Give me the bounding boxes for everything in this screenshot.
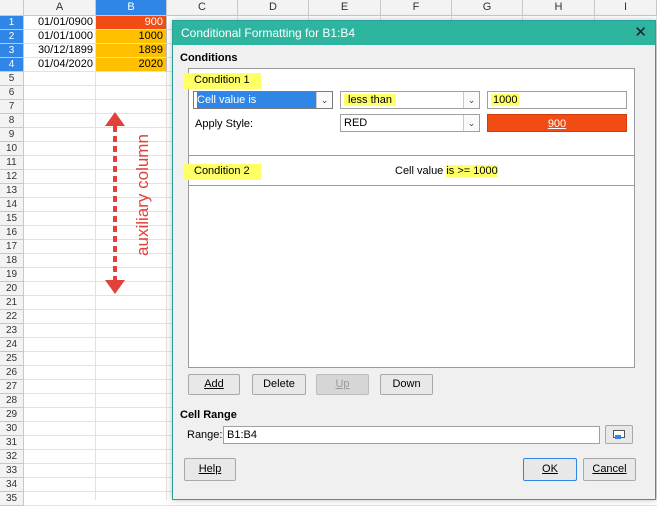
conditions-label: Conditions <box>180 52 238 64</box>
annotation-text: auxiliary column <box>133 134 152 256</box>
row-header[interactable]: 7 <box>0 100 24 114</box>
column-header-e[interactable]: E <box>309 0 381 16</box>
row-header[interactable]: 12 <box>0 170 24 184</box>
range-label: Range: <box>187 429 223 441</box>
condition-2[interactable]: Condition 2 Cell value is >= 1000 <box>183 156 634 186</box>
row-header[interactable]: 30 <box>0 422 24 436</box>
annotation: auxiliary column <box>105 112 158 294</box>
cell-b1[interactable]: 900 <box>96 16 167 30</box>
column-header-c[interactable]: C <box>167 0 238 16</box>
conditional-formatting-dialog: Conditional Formatting for B1:B4 ✕ Condi… <box>172 20 656 500</box>
apply-style-label: Apply Style: <box>195 118 254 130</box>
chevron-down-icon[interactable]: ⌄ <box>463 115 479 131</box>
condition-value-text: 1000 <box>491 94 520 106</box>
row-header[interactable]: 6 <box>0 86 24 100</box>
double-arrow-icon <box>105 112 125 294</box>
cell-a2[interactable]: 01/01/1000 <box>24 30 96 44</box>
row-header[interactable]: 31 <box>0 436 24 450</box>
cell-a4[interactable]: 01/04/2020 <box>24 58 96 72</box>
dialog-titlebar[interactable]: Conditional Formatting for B1:B4 ✕ <box>173 21 655 45</box>
row-header[interactable]: 26 <box>0 366 24 380</box>
row-header[interactable]: 16 <box>0 226 24 240</box>
row-header[interactable]: 27 <box>0 380 24 394</box>
row-header[interactable]: 22 <box>0 310 24 324</box>
cell-a1[interactable]: 01/01/0900 <box>24 16 96 30</box>
condition-value-input[interactable]: 1000 <box>487 91 627 109</box>
row-header[interactable]: 17 <box>0 240 24 254</box>
row-header[interactable]: 8 <box>0 114 24 128</box>
down-button[interactable]: Down <box>380 374 433 395</box>
row-header[interactable]: 20 <box>0 282 24 296</box>
chevron-down-icon[interactable]: ⌄ <box>316 92 332 108</box>
add-button[interactable]: Add <box>188 374 240 395</box>
condition-2-label: Condition 2 <box>183 164 261 180</box>
row-header[interactable]: 3 <box>0 44 24 58</box>
conditions-list: Condition 1 Cell value is ⌄ less than ⌄ … <box>183 68 635 368</box>
row-header[interactable]: 5 <box>0 72 24 86</box>
condition-1[interactable]: Condition 1 Cell value is ⌄ less than ⌄ … <box>183 69 634 156</box>
column-header-g[interactable]: G <box>452 0 523 16</box>
grid-line <box>166 16 167 500</box>
shrink-range-button[interactable] <box>605 425 633 444</box>
row-header[interactable]: 10 <box>0 142 24 156</box>
row-header[interactable]: 21 <box>0 296 24 310</box>
row-header[interactable]: 29 <box>0 408 24 422</box>
column-header-a[interactable]: A <box>24 0 96 16</box>
cell-b2[interactable]: 1000 <box>96 30 167 44</box>
delete-button[interactable]: Delete <box>252 374 306 395</box>
row-header[interactable]: 4 <box>0 58 24 72</box>
row-header[interactable]: 32 <box>0 450 24 464</box>
cell-b4[interactable]: 2020 <box>96 58 167 72</box>
column-header-i[interactable]: I <box>595 0 657 16</box>
column-header-h[interactable]: H <box>523 0 595 16</box>
row-header[interactable]: 1 <box>0 16 24 30</box>
style-preview-text: 900 <box>547 118 567 130</box>
column-header-d[interactable]: D <box>238 0 309 16</box>
cell-a3[interactable]: 30/12/1899 <box>24 44 96 58</box>
ok-button[interactable]: OK <box>523 458 577 481</box>
row-header[interactable]: 13 <box>0 184 24 198</box>
grid-line <box>95 16 96 500</box>
condition-2-summary: Cell value is >= 1000 <box>395 165 498 177</box>
row-header[interactable]: 14 <box>0 198 24 212</box>
row-header[interactable]: 35 <box>0 492 24 506</box>
row-header[interactable]: 15 <box>0 212 24 226</box>
cancel-button[interactable]: Cancel <box>583 458 636 481</box>
row-header[interactable]: 34 <box>0 478 24 492</box>
shrink-icon <box>613 430 625 439</box>
condition-type-select[interactable]: Cell value is ⌄ <box>193 91 333 109</box>
column-header-f[interactable]: F <box>381 0 452 16</box>
row-header[interactable]: 18 <box>0 254 24 268</box>
style-value: RED <box>344 117 368 129</box>
row-header[interactable]: 25 <box>0 352 24 366</box>
row-header[interactable]: 19 <box>0 268 24 282</box>
row-header[interactable]: 23 <box>0 324 24 338</box>
row-header[interactable]: 33 <box>0 464 24 478</box>
up-button[interactable]: Up <box>316 374 369 395</box>
style-select[interactable]: RED ⌄ <box>340 114 480 132</box>
chevron-down-icon[interactable]: ⌄ <box>463 92 479 108</box>
condition-type-value: Cell value is <box>197 92 319 108</box>
style-preview: 900 <box>487 114 627 132</box>
row-header[interactable]: 9 <box>0 128 24 142</box>
row-header[interactable]: 11 <box>0 156 24 170</box>
row-header[interactable]: 28 <box>0 394 24 408</box>
row-header[interactable]: 2 <box>0 30 24 44</box>
close-icon[interactable]: ✕ <box>634 23 647 41</box>
condition-1-label: Condition 1 <box>183 73 261 89</box>
operator-value: less than <box>344 94 397 106</box>
help-button[interactable]: Help <box>184 458 236 481</box>
operator-select[interactable]: less than ⌄ <box>340 91 480 109</box>
dialog-title: Conditional Formatting for B1:B4 <box>181 26 356 40</box>
row-header[interactable]: 24 <box>0 338 24 352</box>
range-input[interactable]: B1:B4 <box>223 426 600 444</box>
column-header-b[interactable]: B <box>96 0 167 16</box>
select-all-corner[interactable] <box>0 0 24 16</box>
cell-b3[interactable]: 1899 <box>96 44 167 58</box>
cell-range-label: Cell Range <box>180 409 237 421</box>
